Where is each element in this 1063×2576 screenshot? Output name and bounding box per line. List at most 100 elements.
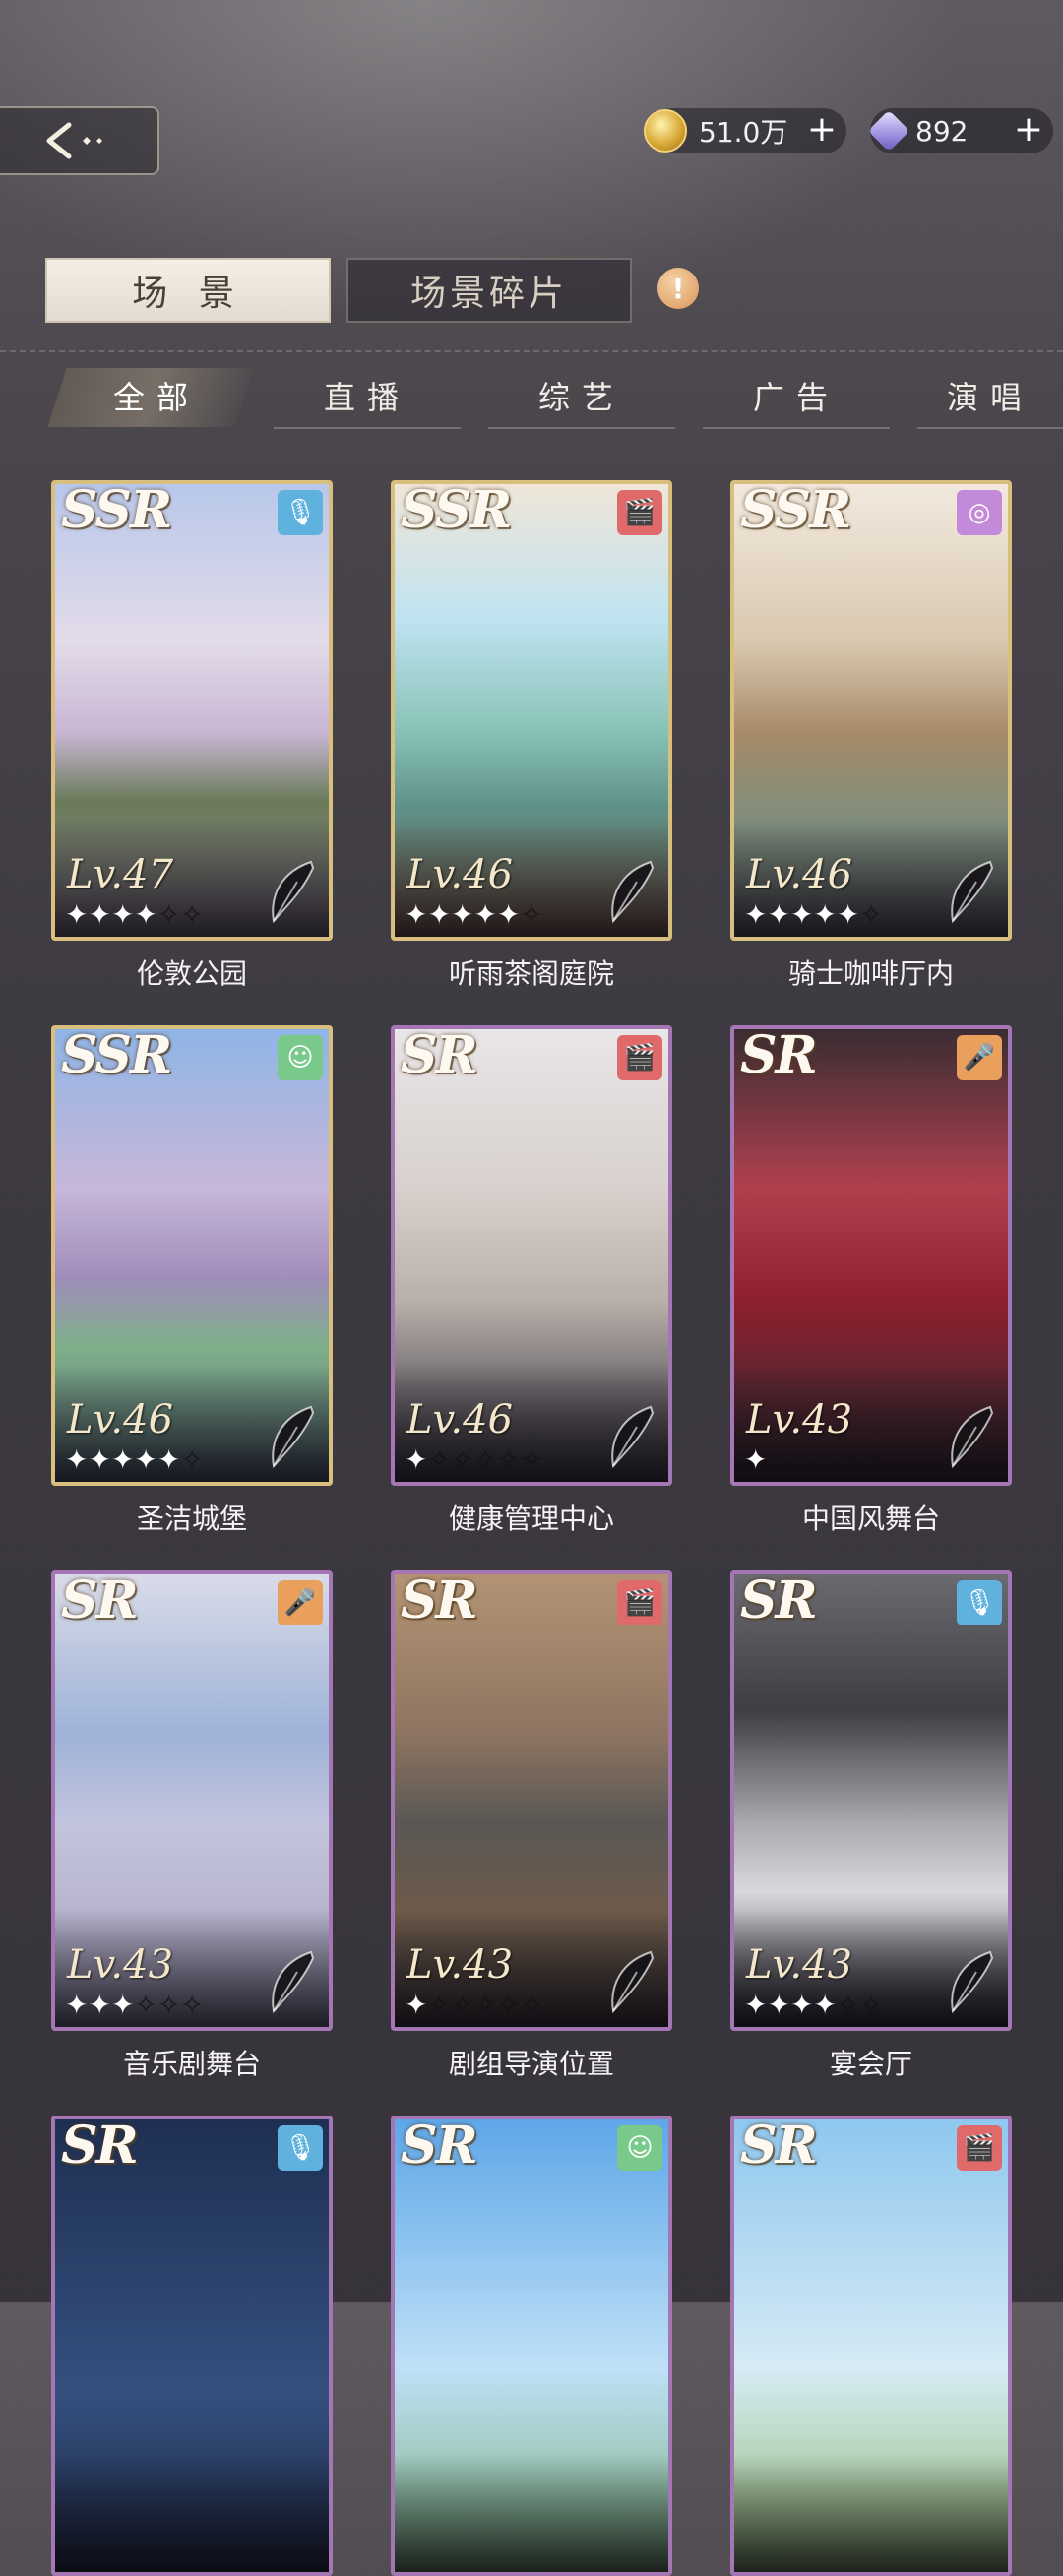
scene-card[interactable]: SSR 🎬 Lv.46 ✦✦✦✦✦✧ <box>391 480 672 941</box>
film-clapper-icon: 🎬 <box>617 490 662 535</box>
coin-value: 51.0万 <box>699 116 788 149</box>
star-filled-icon: ✦ <box>88 1989 111 2021</box>
feather-icon <box>611 860 655 924</box>
star-rating: ✦✧✧✧✧✧ <box>744 1443 883 1476</box>
scene-name: 听雨茶阁庭院 <box>448 957 614 990</box>
star-rating: ✦✧✧✧✧✧ <box>405 1443 543 1476</box>
scene-card[interactable]: SR ☺ <box>391 2116 672 2576</box>
star-empty-icon: ✧ <box>496 1989 521 2021</box>
scene-card[interactable]: SSR ☺ Lv.46 ✦✦✦✦✦✧ <box>51 1025 333 1486</box>
star-empty-icon: ✧ <box>180 898 204 931</box>
feather-icon <box>951 1405 994 1469</box>
star-filled-icon: ✦ <box>65 1989 89 2021</box>
card-shade <box>55 2454 329 2572</box>
feather-icon <box>611 1405 655 1469</box>
rarity-label: SSR <box>740 480 851 540</box>
film-clapper-icon: 🎬 <box>617 1580 662 1625</box>
star-rating: ✦✦✦✦✦✧ <box>405 898 543 931</box>
star-empty-icon: ✧ <box>859 898 883 931</box>
star-filled-icon: ✦ <box>110 1443 135 1476</box>
scene-name: 中国风舞台 <box>801 1503 940 1535</box>
star-filled-icon: ✦ <box>405 1989 428 2021</box>
gold-coin-icon <box>644 109 687 153</box>
scene-name: 圣洁城堡 <box>136 1503 247 1535</box>
back-button[interactable] <box>0 106 159 175</box>
scene-card[interactable]: SR 🎤 Lv.43 ✦✦✦✧✧✧ <box>51 1570 333 2031</box>
gem-counter[interactable]: 892 + <box>867 108 1053 153</box>
star-filled-icon: ✦ <box>405 898 428 931</box>
category-tab-ads[interactable]: 广告 <box>703 366 890 429</box>
star-empty-icon: ✧ <box>134 1989 157 2021</box>
star-filled-icon: ✦ <box>134 898 157 931</box>
film-clapper-icon: 🎬 <box>957 2125 1002 2171</box>
star-filled-icon: ✦ <box>767 1989 790 2021</box>
rarity-label: SR <box>740 2116 818 2176</box>
star-empty-icon: ✧ <box>450 1989 474 2021</box>
scene-card[interactable]: SR 🎬 Lv.46 ✦✧✧✧✧✧ <box>391 1025 672 1486</box>
category-tab-concert[interactable]: 演唱 <box>917 366 1063 429</box>
scene-card[interactable]: SR 🎤 Lv.43 ✦✧✧✧✧✧ <box>730 1025 1012 1486</box>
star-empty-icon: ✧ <box>180 1989 204 2021</box>
star-filled-icon: ✦ <box>88 898 111 931</box>
feather-icon <box>272 860 315 924</box>
star-filled-icon: ✦ <box>767 898 790 931</box>
add-coins-button[interactable]: + <box>807 110 837 150</box>
star-empty-icon: ✧ <box>156 1989 181 2021</box>
rarity-label: SSR <box>61 1025 172 1085</box>
star-filled-icon: ✦ <box>744 1443 768 1476</box>
star-filled-icon: ✦ <box>836 898 860 931</box>
coin-counter[interactable]: 51.0万 + <box>644 108 846 153</box>
microphone-icon: 🎙 <box>278 2125 323 2171</box>
rarity-label: SR <box>401 1570 478 1630</box>
rarity-label: SR <box>740 1025 818 1085</box>
scene-card[interactable]: SR 🎬 <box>730 2116 1012 2576</box>
rarity-label: SR <box>61 2116 139 2176</box>
star-rating: ✦✦✦✦✧✧ <box>65 898 204 931</box>
star-rating: ✦✦✦✦✦✧ <box>744 898 883 931</box>
feather-icon <box>611 1950 655 2014</box>
scene-name: 宴会厅 <box>829 2048 912 2080</box>
tab-scenes[interactable]: 场 景 <box>45 258 331 323</box>
feather-icon <box>951 860 994 924</box>
category-tab-all[interactable]: 全部 <box>63 366 250 425</box>
star-empty-icon: ✧ <box>789 1443 814 1476</box>
star-empty-icon: ✧ <box>496 1443 521 1476</box>
handheld-mic-icon: 🎤 <box>957 1035 1002 1080</box>
rarity-label: SR <box>401 1025 478 1085</box>
star-filled-icon: ✦ <box>134 1443 157 1476</box>
feather-icon <box>272 1950 315 2014</box>
rarity-label: SSR <box>401 480 512 540</box>
star-empty-icon: ✧ <box>427 1443 451 1476</box>
star-filled-icon: ✦ <box>744 1989 768 2021</box>
star-filled-icon: ✦ <box>813 898 837 931</box>
scene-card[interactable]: SR 🎙 <box>51 2116 333 2576</box>
info-alert-icon[interactable]: ! <box>657 268 699 309</box>
star-empty-icon: ✧ <box>156 898 181 931</box>
star-filled-icon: ✦ <box>88 1443 111 1476</box>
star-filled-icon: ✦ <box>744 898 768 931</box>
star-filled-icon: ✦ <box>427 898 451 931</box>
rarity-label: SSR <box>61 480 172 540</box>
scene-card[interactable]: SSR 🎙 Lv.47 ✦✦✦✦✧✧ <box>51 480 333 941</box>
star-empty-icon: ✧ <box>427 1989 451 2021</box>
star-filled-icon: ✦ <box>110 1989 135 2021</box>
tab-scene-fragments[interactable]: 场景碎片 <box>346 258 632 323</box>
star-filled-icon: ✦ <box>65 898 89 931</box>
level-label: Lv.46 <box>406 1397 514 1442</box>
card-shade <box>395 2454 668 2572</box>
scene-card[interactable]: SSR ◎ Lv.46 ✦✦✦✦✦✧ <box>730 480 1012 941</box>
star-rating: ✦✧✧✧✧✧ <box>405 1989 543 2021</box>
add-gems-button[interactable]: + <box>1014 110 1043 150</box>
scene-card[interactable]: SR 🎬 Lv.43 ✦✧✧✧✧✧ <box>391 1570 672 2031</box>
rarity-label: SR <box>61 1570 139 1630</box>
star-empty-icon: ✧ <box>520 1989 543 2021</box>
star-filled-icon: ✦ <box>450 898 474 931</box>
category-tab-variety[interactable]: 综艺 <box>488 366 675 429</box>
star-filled-icon: ✦ <box>789 1989 814 2021</box>
film-clapper-icon: 🎬 <box>617 1035 662 1080</box>
smile-icon: ☺ <box>278 1035 323 1080</box>
category-tab-live[interactable]: 直播 <box>274 366 461 429</box>
star-empty-icon: ✧ <box>813 1443 837 1476</box>
rarity-label: SR <box>401 2116 478 2176</box>
scene-card[interactable]: SR 🎙 Lv.43 ✦✦✦✦✧✧ <box>730 1570 1012 2031</box>
